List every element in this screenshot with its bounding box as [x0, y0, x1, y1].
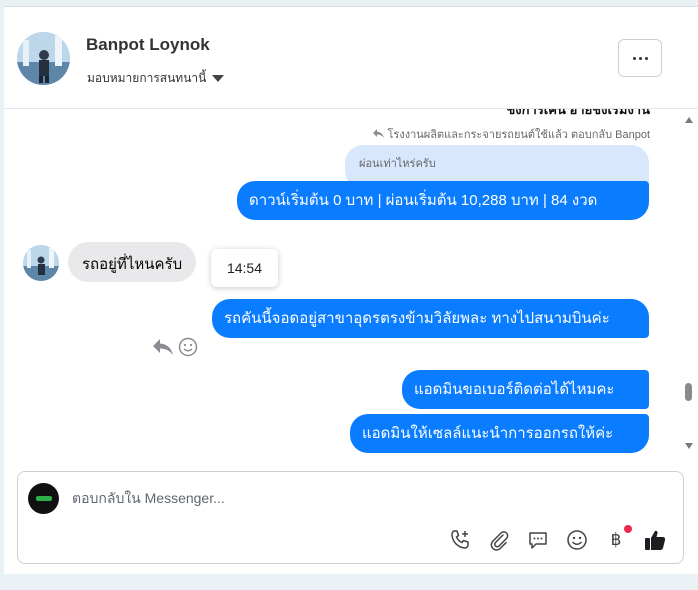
baht-symbol: ฿: [610, 530, 622, 550]
thread-scrollbar[interactable]: [682, 109, 696, 455]
message-composer: ฿: [17, 471, 684, 564]
caret-down-icon: [212, 75, 225, 82]
outgoing-message[interactable]: แอดมินขอเบอร์ติดต่อได้ไหมคะ: [402, 370, 649, 409]
outgoing-message[interactable]: แอดมินให้เซลล์แนะนำการออกรถให้ค่ะ: [350, 414, 649, 453]
thumbs-up-icon[interactable]: [643, 528, 667, 552]
reply-context-note: โรงงานผลิตและกระจายรถยนต์ใช้แล้ว ตอบกลับ…: [373, 125, 650, 143]
more-options-button[interactable]: [618, 39, 662, 77]
contact-avatar[interactable]: [17, 32, 70, 85]
scroll-up-arrow[interactable]: [685, 117, 693, 123]
reply-icon[interactable]: [152, 338, 174, 361]
notification-dot: [624, 525, 632, 533]
reply-context-text: โรงงานผลิตและกระจายรถยนต์ใช้แล้ว ตอบกลับ…: [387, 129, 650, 141]
contact-name[interactable]: Banpot Loynok: [86, 35, 210, 55]
message-thread: ชิงการเค้น ฮายชิงเริ่มงาน โรงงานผลิตและก…: [4, 109, 698, 455]
message-actions: [152, 337, 198, 362]
smiley-icon[interactable]: [565, 528, 589, 552]
conversation-panel: Banpot Loynok มอบหมายการสนทนานี้ ชิงการเ…: [4, 6, 698, 574]
outgoing-message[interactable]: รถคันนี้จอดอยู่สาขาอุดรตรงข้ามวิลัยพละ ท…: [212, 299, 649, 338]
more-dots-icon: [632, 56, 636, 60]
outgoing-message[interactable]: ดาวน์เริ่มต้น 0 บาท | ผ่อนเริ่มต้น 10,28…: [237, 181, 649, 220]
page-logo: [28, 483, 59, 514]
baht-icon[interactable]: ฿: [604, 525, 632, 552]
assign-label: มอบหมายการสนทนานี้: [87, 71, 207, 85]
composer-toolbar: ฿: [448, 525, 667, 552]
phone-plus-icon[interactable]: [448, 528, 472, 552]
assign-conversation-dropdown[interactable]: มอบหมายการสนทนานี้: [87, 69, 225, 88]
reply-input[interactable]: [72, 490, 632, 506]
scroll-down-arrow[interactable]: [685, 443, 693, 449]
timestamp-tooltip: 14:54: [211, 249, 278, 287]
partial-message-text: ชิงการเค้น ฮายชิงเริ่มงาน: [506, 109, 650, 117]
chat-bubble-icon[interactable]: [526, 528, 550, 552]
conversation-header: Banpot Loynok มอบหมายการสนทนานี้: [4, 7, 698, 109]
scrollbar-thumb[interactable]: [685, 383, 692, 401]
paperclip-icon[interactable]: [487, 528, 511, 552]
reply-arrow-icon: [373, 129, 385, 138]
react-smiley-icon[interactable]: [178, 337, 198, 362]
contact-avatar-small[interactable]: [23, 245, 59, 281]
incoming-message[interactable]: รถอยู่ที่ไหนครับ: [68, 242, 197, 282]
